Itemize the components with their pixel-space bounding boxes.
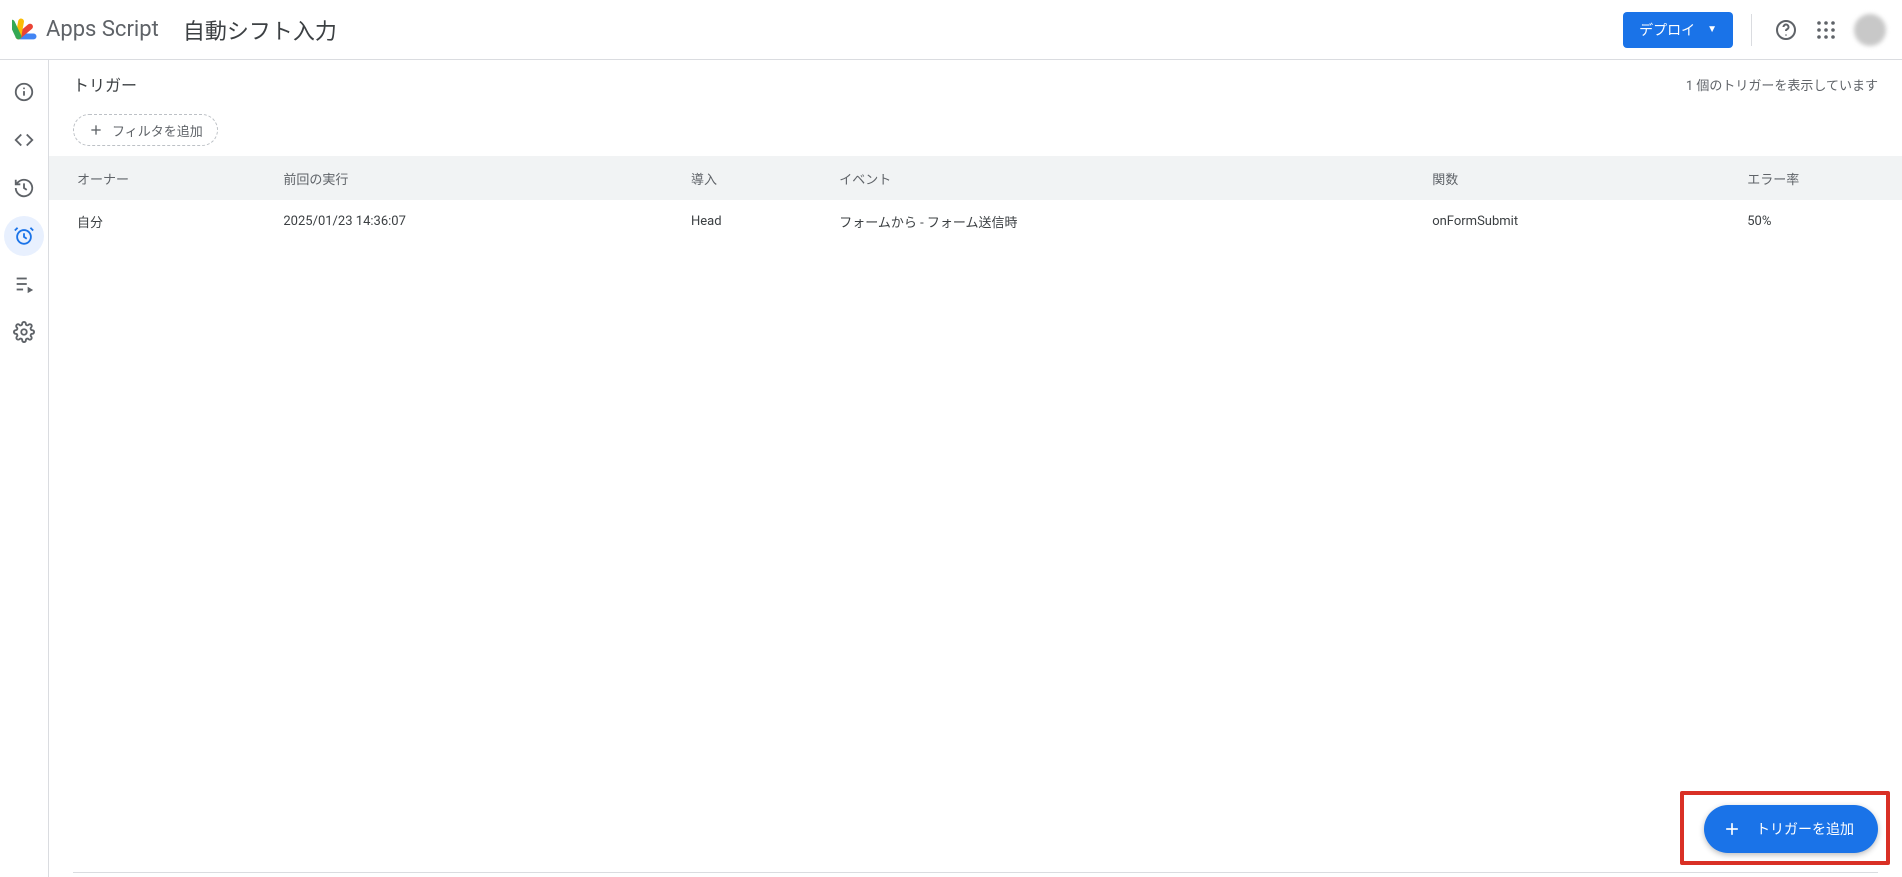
nav-overview[interactable] [4,72,44,112]
page-title: トリガー [73,72,137,96]
cell-error-rate: 50% [1735,200,1902,244]
code-icon [13,129,35,151]
gear-icon [13,321,35,343]
product-name: Apps Script [46,17,159,42]
executions-icon [13,273,35,295]
th-function[interactable]: 関数 [1420,156,1735,200]
help-button[interactable] [1766,10,1806,50]
cell-last-run: 2025/01/23 14:36:07 [271,200,679,244]
alarm-icon [13,225,35,247]
triggers-table-wrap: オーナー 前回の実行 導入 イベント 関数 エラー率 自分 2025/01/23… [49,156,1902,877]
plus-icon [1722,819,1742,839]
cell-event: フォームから - フォーム送信時 [827,200,1420,244]
apps-grid-icon [1814,18,1838,42]
th-deployment[interactable]: 導入 [679,156,827,200]
add-filter-chip[interactable]: フィルタを追加 [73,114,218,146]
cell-deployment: Head [679,200,827,244]
nav-executions[interactable] [4,264,44,304]
th-last-run[interactable]: 前回の実行 [271,156,679,200]
fab-label: トリガーを追加 [1756,819,1854,839]
cell-function: onFormSubmit [1420,200,1735,244]
apps-script-logo-icon [12,16,40,44]
history-icon [13,177,35,199]
nav-triggers[interactable] [4,216,44,256]
plus-icon [88,122,104,138]
logo-area[interactable]: Apps Script [12,16,159,44]
cell-owner: 自分 [49,200,271,244]
th-error-rate[interactable]: エラー率 [1735,156,1902,200]
separator [1751,14,1752,46]
info-icon [13,81,35,103]
footer-divider [73,872,1878,873]
triggers-table: オーナー 前回の実行 導入 イベント 関数 エラー率 自分 2025/01/23… [49,156,1902,245]
help-icon [1774,18,1798,42]
th-owner[interactable]: オーナー [49,156,271,200]
add-trigger-button[interactable]: トリガーを追加 [1704,805,1878,853]
trigger-count-text: 1 個のトリガーを表示しています [1686,75,1878,94]
filter-label: フィルタを追加 [112,121,203,140]
left-nav [0,60,48,877]
project-name[interactable]: 自動シフト入力 [183,14,337,46]
main-content: トリガー 1 個のトリガーを表示しています フィルタを追加 オーナー 前回の実行… [48,60,1902,877]
deploy-label: デプロイ [1639,20,1695,40]
nav-executions-history[interactable] [4,168,44,208]
chevron-down-icon: ▼ [1707,24,1717,35]
app-header: Apps Script 自動シフト入力 デプロイ ▼ [0,0,1902,60]
th-event[interactable]: イベント [827,156,1420,200]
nav-editor[interactable] [4,120,44,160]
deploy-button[interactable]: デプロイ ▼ [1623,12,1733,48]
account-avatar[interactable] [1854,14,1886,46]
apps-launcher-button[interactable] [1806,10,1846,50]
table-row[interactable]: 自分 2025/01/23 14:36:07 Head フォームから - フォー… [49,200,1902,244]
nav-settings[interactable] [4,312,44,352]
